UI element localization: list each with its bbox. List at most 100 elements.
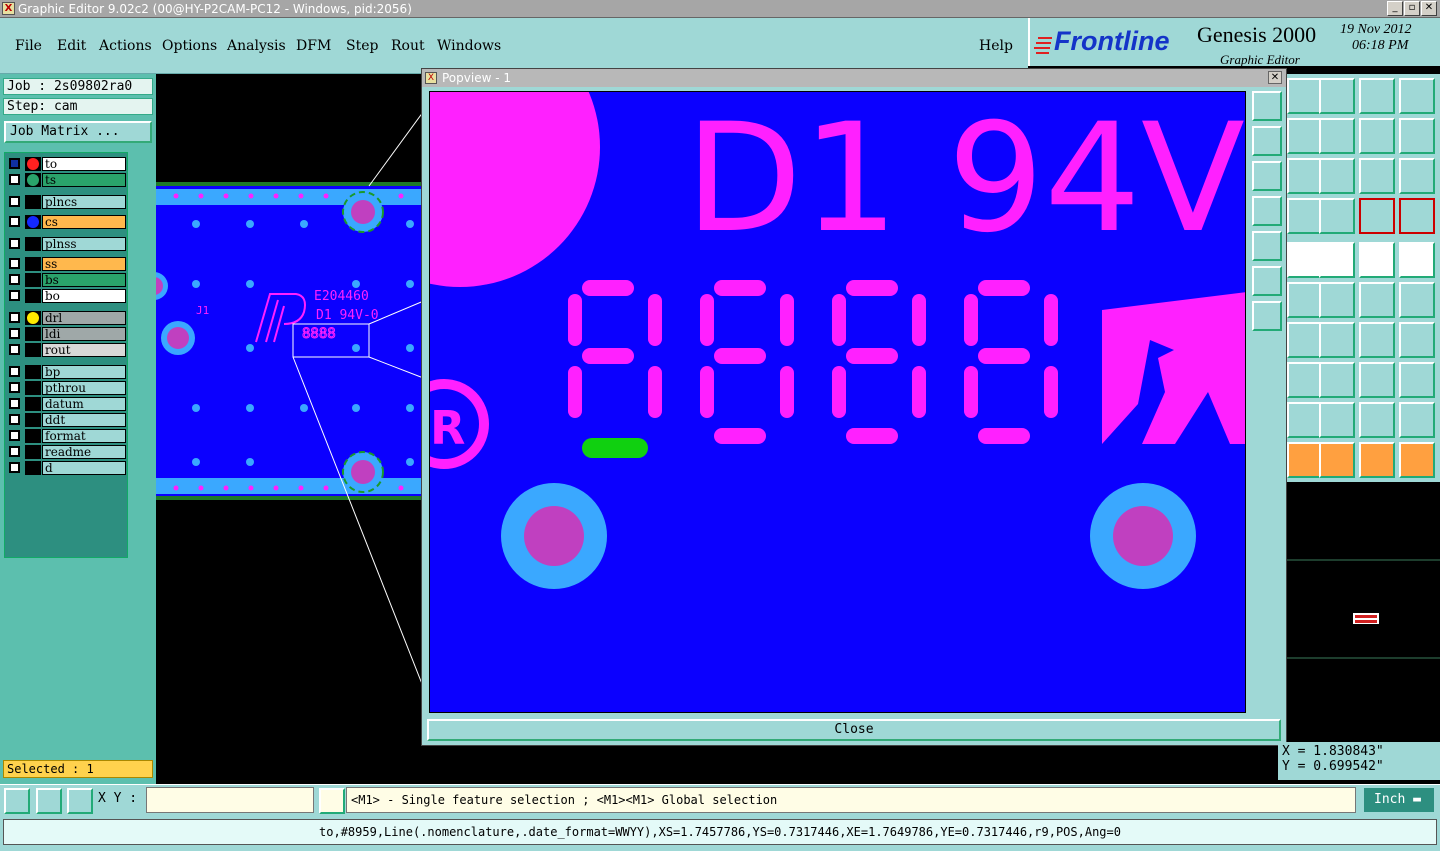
layer-row-d[interactable]: d [7,461,126,475]
layer-row-plncs[interactable]: plncs [7,195,126,209]
split-line-icon[interactable] [1319,362,1355,398]
mirror-icon[interactable] [1399,322,1435,358]
menu-options[interactable]: Options [162,38,217,54]
triangle-outline-icon[interactable] [1319,402,1355,438]
popview-close-button[interactable]: Close [427,719,1281,741]
layer-name[interactable]: plncs [42,195,126,209]
layer-name[interactable]: ts [42,173,126,187]
menu-file[interactable]: File [15,38,42,54]
move-endpoint-icon[interactable] [1399,282,1435,318]
pv-zoom-home-icon[interactable] [1252,161,1282,191]
delete-cross-icon[interactable] [1319,282,1355,318]
snap-grid-icon[interactable] [67,788,93,814]
home-icon[interactable] [1359,78,1395,114]
array-icon[interactable] [1399,362,1435,398]
layer-name[interactable]: ldi [42,327,126,341]
angle-line-icon[interactable] [1287,322,1323,358]
layer-checkbox[interactable] [9,216,20,227]
layer-name[interactable]: datum [42,397,126,411]
diagonal-line-icon[interactable] [1319,322,1355,358]
close-window-button[interactable]: ✕ [1421,1,1437,16]
layer-row-drl[interactable]: drl [7,311,126,325]
pv-pan-right-icon[interactable] [1252,231,1282,261]
layer-checkbox[interactable] [9,446,20,457]
help-question-icon[interactable] [1399,158,1435,194]
snap-corner-icon[interactable] [4,788,30,814]
selected-segment[interactable] [582,438,648,458]
layer-name[interactable]: bp [42,365,126,379]
popview-window[interactable]: X Popview - 1 ✕ D1 94V R Close [421,68,1287,746]
layer-name[interactable]: ss [42,257,126,271]
layer-row-ts[interactable]: ts [7,173,126,187]
step-down-icon[interactable] [1319,78,1355,114]
add-pad-icon[interactable] [1287,242,1323,278]
connect-icon[interactable] [1287,282,1323,318]
units-dropdown[interactable]: Inch ▬ [1362,786,1436,814]
popview-title-bar[interactable]: X Popview - 1 ✕ [422,69,1286,87]
layer-row-bs[interactable]: bs [7,273,126,287]
layer-name[interactable]: d [42,461,126,475]
layer-checkbox[interactable] [9,274,20,285]
menu-edit[interactable]: Edit [57,38,86,54]
dimension-icon[interactable] [1359,362,1395,398]
menu-actions[interactable]: Actions [99,38,152,54]
layer-name[interactable]: pthrou [42,381,126,395]
grid-icon[interactable] [1319,198,1355,234]
window-split-icon[interactable] [1399,78,1435,114]
layer-row-ss[interactable]: ss [7,257,126,271]
layer-checkbox[interactable] [9,238,20,249]
redraw-icon[interactable] [1399,118,1435,154]
layer-row-pthrou[interactable]: pthrou [7,381,126,395]
menu-dfm[interactable]: DFM [296,38,331,54]
layer-checkbox[interactable] [9,174,20,185]
maximize-button[interactable]: ▫ [1404,1,1420,16]
menu-help[interactable]: Help [979,38,1013,54]
layer-name[interactable]: ddt [42,413,126,427]
layer-checkbox[interactable] [9,290,20,301]
pan-left-icon[interactable] [1287,118,1323,154]
measure-icon[interactable] [1359,242,1395,278]
select-pointer-icon[interactable] [1359,442,1395,478]
copy-icon[interactable] [1287,362,1323,398]
select-net-icon[interactable] [1399,442,1435,478]
layer-checkbox[interactable] [9,258,20,269]
triangle-icon[interactable] [1287,402,1323,438]
layer-checkbox[interactable] [9,158,20,169]
layer-name[interactable]: drl [42,311,126,325]
arc-icon[interactable] [1359,322,1395,358]
step-up-icon[interactable] [1287,78,1323,114]
layer-name[interactable]: readme [42,445,126,459]
layer-row-datum[interactable]: datum [7,397,126,411]
net-select-icon[interactable] [1359,198,1395,234]
layer-row-rout[interactable]: rout [7,343,126,357]
layer-checkbox[interactable] [9,196,20,207]
minimize-button[interactable]: _ [1387,1,1403,16]
triangle-mark-icon[interactable] [1399,402,1435,438]
layer-name[interactable]: cs [42,215,126,229]
net-highlight-icon[interactable] [1399,198,1435,234]
select-arrow-icon[interactable] [1287,442,1323,478]
layer-row-cs[interactable]: cs [7,215,126,229]
layer-row-format[interactable]: format [7,429,126,443]
add-circle-icon[interactable] [1399,242,1435,278]
layer-row-to[interactable]: to [7,157,126,171]
pv-center-icon[interactable] [1252,301,1282,331]
select-box-icon[interactable] [1319,442,1355,478]
mini-canvas[interactable] [1287,482,1440,740]
menu-analysis[interactable]: Analysis [227,38,286,54]
layer-row-ldi[interactable]: ldi [7,327,126,341]
menu-step[interactable]: Step [346,38,378,54]
pv-zoom-in-icon[interactable] [1252,91,1282,121]
triangle-fill-icon[interactable] [1359,402,1395,438]
layer-name[interactable]: format [42,429,126,443]
layer-row-readme[interactable]: readme [7,445,126,459]
snap-icon[interactable] [1287,198,1323,234]
app-x-icon[interactable]: X [2,2,15,15]
layer-row-bo[interactable]: bo [7,289,126,303]
layer-name[interactable]: rout [42,343,126,357]
layer-checkbox[interactable] [9,312,20,323]
pv-fit-icon[interactable] [1252,266,1282,296]
layer-name[interactable]: bo [42,289,126,303]
layer-name[interactable]: bs [42,273,126,287]
zoom-1-2-icon[interactable] [1359,158,1395,194]
